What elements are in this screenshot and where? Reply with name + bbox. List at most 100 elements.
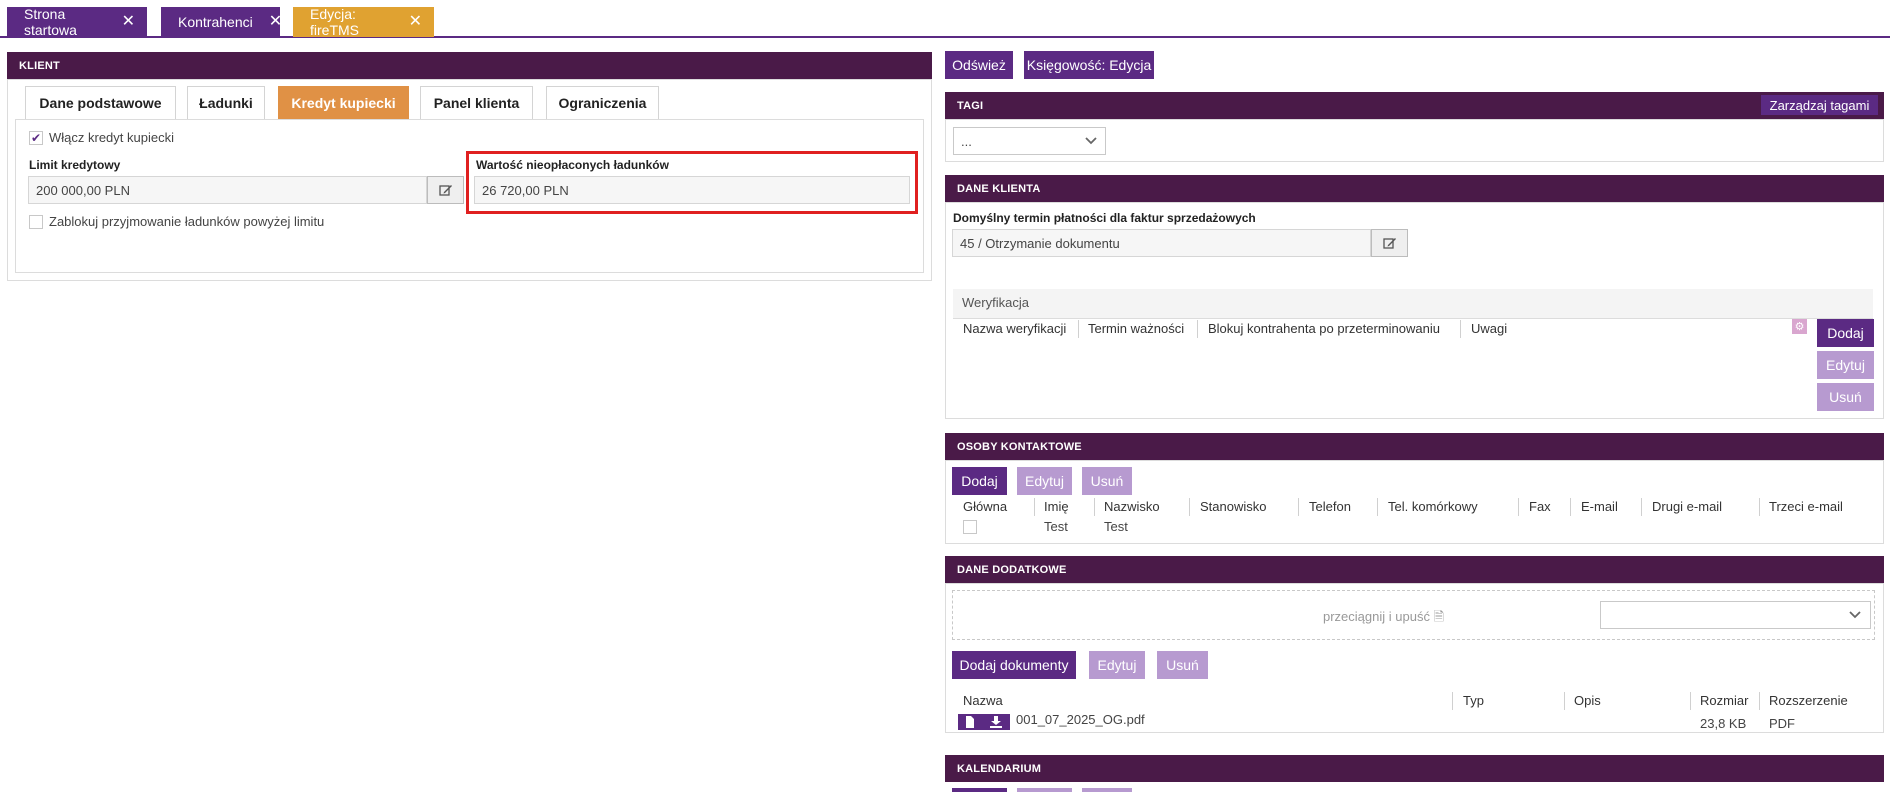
document-type-select[interactable] xyxy=(1600,601,1871,629)
payment-term-label: Domyślny termin płatności dla faktur spr… xyxy=(953,211,1256,225)
col-uwagi[interactable]: Uwagi xyxy=(1471,321,1507,336)
kalendarium-button-partial[interactable] xyxy=(1017,788,1072,792)
close-icon[interactable]: ✕ xyxy=(122,14,135,30)
col-telefon[interactable]: Telefon xyxy=(1309,499,1351,514)
col-imie[interactable]: Imię xyxy=(1044,499,1069,514)
edit-payment-term-button[interactable] xyxy=(1371,229,1408,257)
accounting-edit-button[interactable]: Księgowość: Edycja xyxy=(1024,51,1154,79)
file-size: 23,8 KB xyxy=(1700,716,1747,731)
col-divider xyxy=(1197,320,1198,338)
col-divider xyxy=(1690,692,1691,710)
panel-title: DANE KLIENTA xyxy=(957,182,1041,195)
contact-add-button[interactable]: Dodaj xyxy=(952,467,1007,495)
tab-ladunki[interactable]: Ładunki xyxy=(187,86,265,119)
file-actions xyxy=(958,714,1010,730)
kalendarium-header: KALENDARIUM xyxy=(945,755,1884,782)
contact-main-checkbox[interactable] xyxy=(963,520,977,534)
tab-panel-klienta[interactable]: Panel klienta xyxy=(420,86,533,119)
contact-first-name: Test xyxy=(1044,519,1068,534)
tab-label: Edycja: fireTMS xyxy=(310,6,359,38)
kalendarium-button-partial[interactable] xyxy=(952,788,1007,792)
unpaid-label: Wartość nieopłaconych ładunków xyxy=(476,158,669,172)
chevron-down-icon xyxy=(1085,137,1097,145)
col-divider xyxy=(1570,498,1571,516)
panel-title: KLIENT xyxy=(19,59,60,72)
col-nazwa-weryfikacji[interactable]: Nazwa weryfikacji xyxy=(963,321,1066,336)
verification-add-button[interactable]: Dodaj xyxy=(1817,319,1874,347)
verification-edit-button[interactable]: Edytuj xyxy=(1817,351,1874,379)
col-divider xyxy=(1564,692,1565,710)
col-trzeci-email[interactable]: Trzeci e-mail xyxy=(1769,499,1843,514)
dane-klienta-header: DANE KLIENTA xyxy=(945,175,1884,202)
col-stanowisko[interactable]: Stanowisko xyxy=(1200,499,1266,514)
dropzone-text: przeciągnij i upuść xyxy=(1323,609,1430,624)
col-divider xyxy=(1641,498,1642,516)
klient-header: KLIENT xyxy=(7,52,932,79)
panel-title: DANE DODATKOWE xyxy=(957,563,1067,576)
tab-edycja-firetms[interactable]: Edycja: fireTMS ✕ xyxy=(293,6,434,38)
payment-term-field[interactable]: 45 / Otrzymanie dokumentu xyxy=(952,229,1371,257)
tab-strona-startowa[interactable]: Strona startowa ✕ xyxy=(7,6,147,38)
tab-kontrahenci[interactable]: Kontrahenci ✕ xyxy=(161,7,282,37)
tab-dane-podstawowe[interactable]: Dane podstawowe xyxy=(25,86,176,119)
document-delete-button[interactable]: Usuń xyxy=(1157,651,1208,679)
col-glowna[interactable]: Główna xyxy=(963,499,1007,514)
tags-select[interactable]: ... xyxy=(953,127,1106,155)
add-documents-button[interactable]: Dodaj dokumenty xyxy=(952,651,1076,679)
contact-delete-button[interactable]: Usuń xyxy=(1082,467,1132,495)
col-divider xyxy=(1298,498,1299,516)
edit-limit-button[interactable] xyxy=(427,176,464,204)
tab-label: Panel klienta xyxy=(433,95,520,111)
col-tel-komorkowy[interactable]: Tel. komórkowy xyxy=(1388,499,1478,514)
enable-credit-checkbox[interactable]: ✔ xyxy=(29,131,43,145)
gear-icon[interactable]: ⚙ xyxy=(1792,319,1807,334)
col-rozmiar[interactable]: Rozmiar xyxy=(1700,693,1748,708)
close-icon[interactable]: ✕ xyxy=(269,14,282,30)
contact-edit-button[interactable]: Edytuj xyxy=(1017,467,1072,495)
select-value: ... xyxy=(961,133,972,149)
col-nazwa[interactable]: Nazwa xyxy=(963,693,1003,708)
tab-ograniczenia[interactable]: Ograniczenia xyxy=(546,86,659,119)
panel-title: TAGI xyxy=(957,99,984,112)
enable-credit-label: Włącz kredyt kupiecki xyxy=(49,130,174,145)
col-blokuj[interactable]: Blokuj kontrahenta po przeterminowaniu xyxy=(1208,321,1440,336)
col-drugi-email[interactable]: Drugi e-mail xyxy=(1652,499,1722,514)
verification-delete-button[interactable]: Usuń xyxy=(1817,383,1874,411)
col-opis[interactable]: Opis xyxy=(1574,693,1601,708)
tab-label: Strona startowa xyxy=(24,6,77,38)
panel-title: OSOBY KONTAKTOWE xyxy=(957,440,1082,453)
unpaid-value: 26 720,00 PLN xyxy=(482,182,569,198)
tab-kredyt-kupiecki[interactable]: Kredyt kupiecki xyxy=(278,86,409,119)
refresh-button[interactable]: Odśwież xyxy=(945,51,1013,79)
block-label: Zablokuj przyjmowanie ładunków powyżej l… xyxy=(49,214,325,229)
block-checkbox[interactable] xyxy=(29,215,43,229)
tab-label: Kredyt kupiecki xyxy=(291,95,396,111)
top-tab-bar: Strona startowa ✕ Kontrahenci ✕ Edycja: … xyxy=(0,0,1890,38)
edit-icon xyxy=(438,185,452,196)
document-edit-button[interactable]: Edytuj xyxy=(1089,651,1145,679)
col-divider xyxy=(1094,498,1095,516)
manage-tags-button[interactable]: Zarządzaj tagami xyxy=(1761,95,1878,115)
col-nazwisko[interactable]: Nazwisko xyxy=(1104,499,1160,514)
col-termin-waznosci[interactable]: Termin ważności xyxy=(1088,321,1184,336)
close-icon[interactable]: ✕ xyxy=(409,14,422,30)
tab-label: Dane podstawowe xyxy=(39,95,162,111)
tagi-header: TAGI xyxy=(945,92,1884,119)
col-fax[interactable]: Fax xyxy=(1529,499,1551,514)
limit-label: Limit kredytowy xyxy=(29,158,121,172)
tab-label: Ograniczenia xyxy=(558,95,647,111)
col-divider xyxy=(1759,692,1760,710)
limit-field[interactable]: 200 000,00 PLN xyxy=(28,176,427,204)
tab-label: Ładunki xyxy=(199,95,253,111)
kalendarium-button-partial[interactable] xyxy=(1082,788,1132,792)
dropzone-label: przeciągnij i upuść 🗎 xyxy=(1323,608,1444,630)
download-icon xyxy=(990,716,1002,728)
col-divider xyxy=(1460,320,1461,338)
col-typ[interactable]: Typ xyxy=(1463,693,1484,708)
col-divider xyxy=(1034,498,1035,516)
file-name-link[interactable]: 001_07_2025_OG.pdf xyxy=(1016,712,1145,727)
col-email[interactable]: E-mail xyxy=(1581,499,1618,514)
col-rozszerzenie[interactable]: Rozszerzenie xyxy=(1769,693,1848,708)
panel-title: KALENDARIUM xyxy=(957,762,1042,775)
limit-value: 200 000,00 PLN xyxy=(36,182,130,198)
